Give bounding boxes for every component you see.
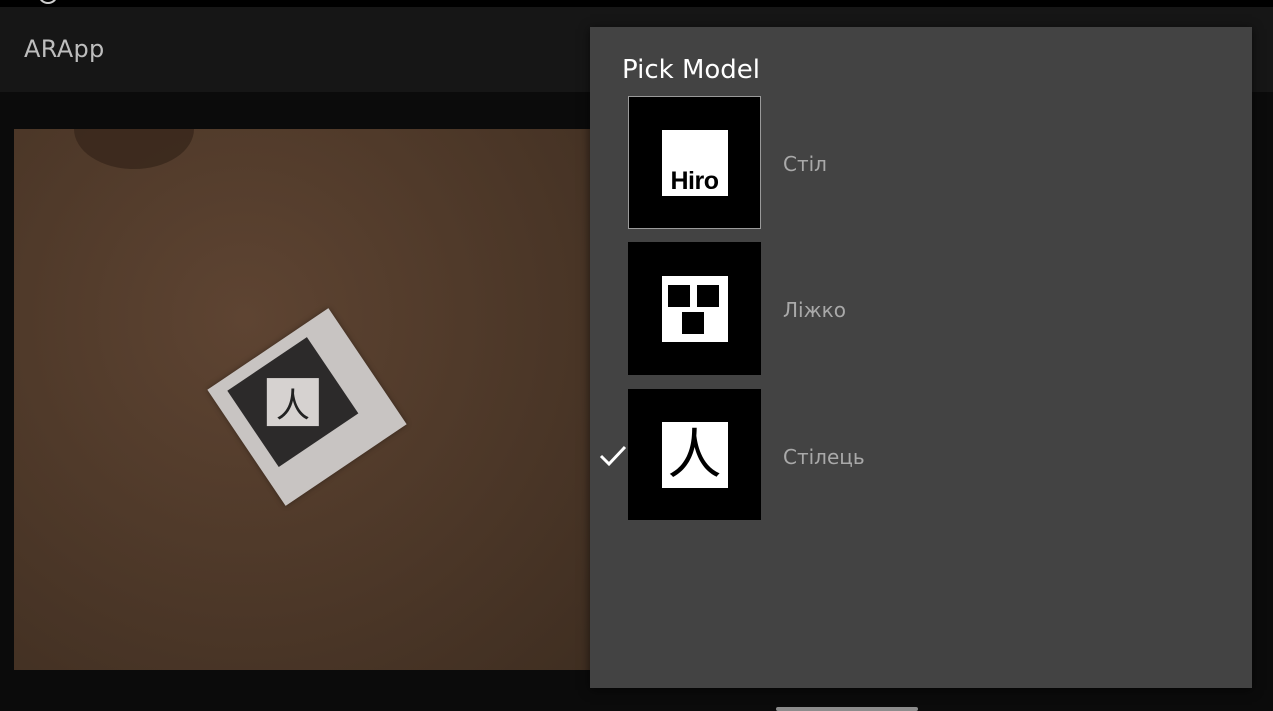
hiro-marker-inner: Hiro — [661, 129, 728, 196]
model-label: Стіл — [783, 152, 827, 176]
hiro-marker-icon: Hiro — [628, 96, 761, 229]
status-bar — [0, 0, 1273, 7]
kanji-marker-glyph: 人 — [667, 422, 722, 486]
ar-marker-paper: 人 — [207, 308, 407, 506]
status-icon — [38, 0, 58, 4]
camera-object — [74, 129, 194, 169]
model-label: Ліжко — [783, 298, 846, 322]
model-label: Стілець — [783, 445, 865, 469]
app-title: ARApp — [24, 35, 105, 63]
kanji-marker-inner: 人 — [661, 421, 728, 488]
marker-square — [681, 311, 704, 334]
nav-handle — [776, 707, 918, 711]
marker-square — [696, 284, 719, 307]
squares-marker-icon — [628, 242, 761, 375]
pick-model-dialog: Pick Model Hiro Стіл Ліжко 人 Стілець — [590, 27, 1252, 688]
dialog-title: Pick Model — [622, 55, 761, 85]
squares-marker-inner — [661, 275, 728, 342]
model-item-lizhko[interactable]: Ліжко — [590, 241, 1252, 381]
camera-preview[interactable]: 人 — [14, 129, 591, 670]
model-item-stilets[interactable]: 人 Стілець — [590, 389, 1252, 529]
check-icon — [599, 445, 627, 467]
kanji-marker-icon: 人 — [628, 389, 761, 520]
ar-marker-frame: 人 — [227, 337, 359, 468]
hiro-marker-text: Hiro — [670, 166, 720, 195]
model-item-stil[interactable]: Hiro Стіл — [590, 95, 1252, 235]
marker-square — [667, 284, 690, 307]
ar-marker-glyph: 人 — [266, 378, 319, 427]
